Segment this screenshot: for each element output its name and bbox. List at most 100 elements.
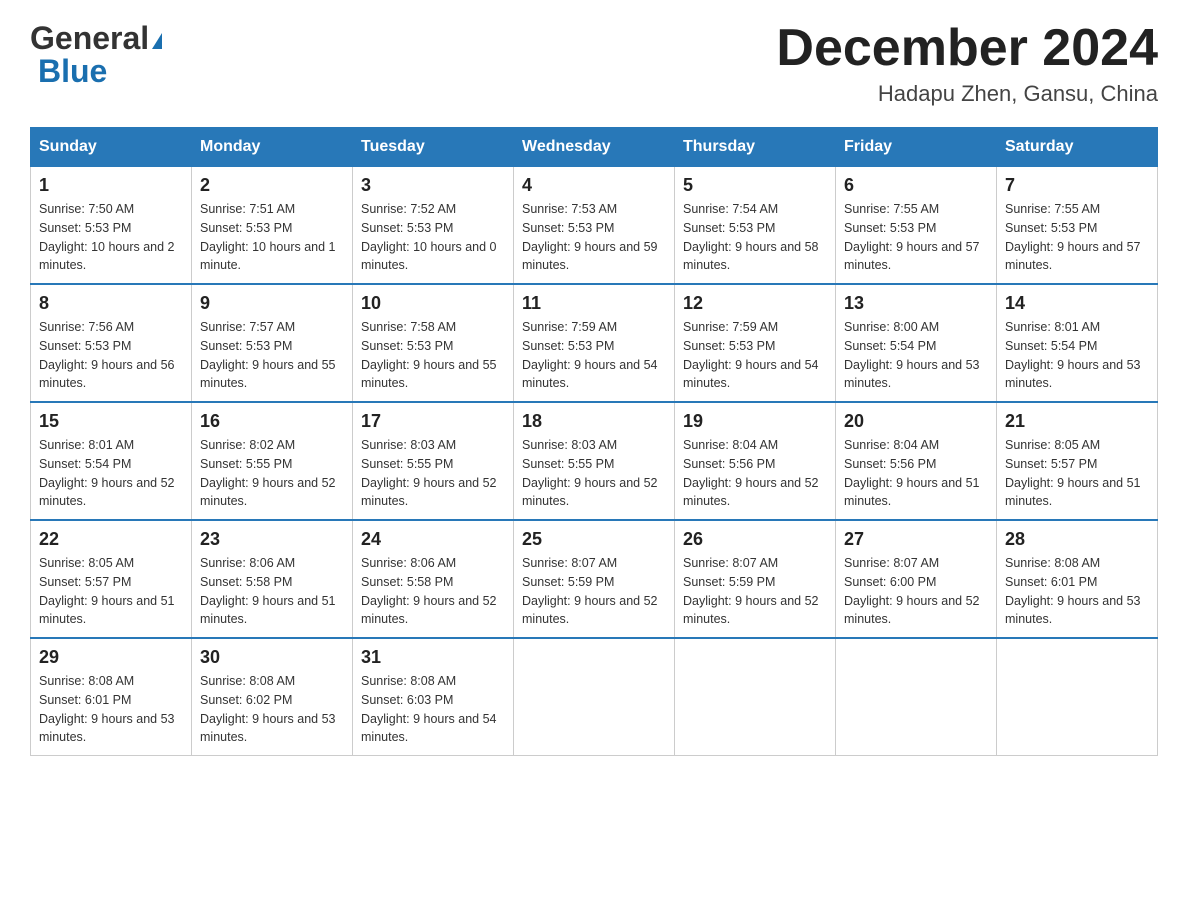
calendar-cell: 15 Sunrise: 8:01 AMSunset: 5:54 PMDaylig… (31, 402, 192, 520)
calendar-cell: 14 Sunrise: 8:01 AMSunset: 5:54 PMDaylig… (997, 284, 1158, 402)
day-number: 15 (39, 411, 183, 432)
week-row-3: 15 Sunrise: 8:01 AMSunset: 5:54 PMDaylig… (31, 402, 1158, 520)
calendar-cell: 2 Sunrise: 7:51 AMSunset: 5:53 PMDayligh… (192, 167, 353, 285)
header-sunday: Sunday (31, 128, 192, 167)
day-number: 1 (39, 175, 183, 196)
day-info: Sunrise: 8:04 AMSunset: 5:56 PMDaylight:… (683, 438, 819, 508)
day-info: Sunrise: 8:01 AMSunset: 5:54 PMDaylight:… (39, 438, 175, 508)
calendar-cell: 9 Sunrise: 7:57 AMSunset: 5:53 PMDayligh… (192, 284, 353, 402)
calendar-cell: 13 Sunrise: 8:00 AMSunset: 5:54 PMDaylig… (836, 284, 997, 402)
calendar-cell: 20 Sunrise: 8:04 AMSunset: 5:56 PMDaylig… (836, 402, 997, 520)
calendar-title: December 2024 (776, 20, 1158, 77)
day-number: 6 (844, 175, 988, 196)
week-row-5: 29 Sunrise: 8:08 AMSunset: 6:01 PMDaylig… (31, 638, 1158, 756)
day-info: Sunrise: 7:59 AMSunset: 5:53 PMDaylight:… (522, 320, 658, 390)
day-info: Sunrise: 7:54 AMSunset: 5:53 PMDaylight:… (683, 202, 819, 272)
title-block: December 2024 Hadapu Zhen, Gansu, China (776, 20, 1158, 107)
week-row-2: 8 Sunrise: 7:56 AMSunset: 5:53 PMDayligh… (31, 284, 1158, 402)
week-row-1: 1 Sunrise: 7:50 AMSunset: 5:53 PMDayligh… (31, 167, 1158, 285)
day-info: Sunrise: 8:01 AMSunset: 5:54 PMDaylight:… (1005, 320, 1141, 390)
day-info: Sunrise: 8:07 AMSunset: 5:59 PMDaylight:… (522, 556, 658, 626)
day-number: 17 (361, 411, 505, 432)
day-number: 28 (1005, 529, 1149, 550)
calendar-cell (836, 638, 997, 756)
calendar-cell: 17 Sunrise: 8:03 AMSunset: 5:55 PMDaylig… (353, 402, 514, 520)
calendar-table: SundayMondayTuesdayWednesdayThursdayFrid… (30, 127, 1158, 756)
header-tuesday: Tuesday (353, 128, 514, 167)
day-info: Sunrise: 8:05 AMSunset: 5:57 PMDaylight:… (1005, 438, 1141, 508)
day-number: 30 (200, 647, 344, 668)
calendar-cell: 21 Sunrise: 8:05 AMSunset: 5:57 PMDaylig… (997, 402, 1158, 520)
day-number: 23 (200, 529, 344, 550)
day-number: 26 (683, 529, 827, 550)
day-number: 27 (844, 529, 988, 550)
calendar-cell (514, 638, 675, 756)
day-number: 14 (1005, 293, 1149, 314)
day-info: Sunrise: 8:08 AMSunset: 6:01 PMDaylight:… (1005, 556, 1141, 626)
day-number: 13 (844, 293, 988, 314)
header-wednesday: Wednesday (514, 128, 675, 167)
page-header: General Blue December 2024 Hadapu Zhen, … (30, 20, 1158, 107)
day-info: Sunrise: 8:07 AMSunset: 5:59 PMDaylight:… (683, 556, 819, 626)
day-number: 12 (683, 293, 827, 314)
calendar-cell: 31 Sunrise: 8:08 AMSunset: 6:03 PMDaylig… (353, 638, 514, 756)
calendar-cell: 25 Sunrise: 8:07 AMSunset: 5:59 PMDaylig… (514, 520, 675, 638)
day-info: Sunrise: 7:52 AMSunset: 5:53 PMDaylight:… (361, 202, 497, 272)
calendar-cell: 8 Sunrise: 7:56 AMSunset: 5:53 PMDayligh… (31, 284, 192, 402)
header-monday: Monday (192, 128, 353, 167)
day-number: 21 (1005, 411, 1149, 432)
day-number: 16 (200, 411, 344, 432)
calendar-cell: 12 Sunrise: 7:59 AMSunset: 5:53 PMDaylig… (675, 284, 836, 402)
day-info: Sunrise: 8:08 AMSunset: 6:01 PMDaylight:… (39, 674, 175, 744)
calendar-cell: 28 Sunrise: 8:08 AMSunset: 6:01 PMDaylig… (997, 520, 1158, 638)
day-number: 20 (844, 411, 988, 432)
calendar-cell (675, 638, 836, 756)
calendar-cell: 29 Sunrise: 8:08 AMSunset: 6:01 PMDaylig… (31, 638, 192, 756)
day-info: Sunrise: 7:59 AMSunset: 5:53 PMDaylight:… (683, 320, 819, 390)
day-number: 8 (39, 293, 183, 314)
day-info: Sunrise: 7:55 AMSunset: 5:53 PMDaylight:… (844, 202, 980, 272)
calendar-cell: 26 Sunrise: 8:07 AMSunset: 5:59 PMDaylig… (675, 520, 836, 638)
day-info: Sunrise: 8:08 AMSunset: 6:03 PMDaylight:… (361, 674, 497, 744)
logo: General Blue (30, 20, 162, 90)
calendar-cell: 1 Sunrise: 7:50 AMSunset: 5:53 PMDayligh… (31, 167, 192, 285)
day-info: Sunrise: 8:03 AMSunset: 5:55 PMDaylight:… (522, 438, 658, 508)
day-info: Sunrise: 8:07 AMSunset: 6:00 PMDaylight:… (844, 556, 980, 626)
day-info: Sunrise: 8:05 AMSunset: 5:57 PMDaylight:… (39, 556, 175, 626)
calendar-cell: 18 Sunrise: 8:03 AMSunset: 5:55 PMDaylig… (514, 402, 675, 520)
day-number: 31 (361, 647, 505, 668)
calendar-cell: 6 Sunrise: 7:55 AMSunset: 5:53 PMDayligh… (836, 167, 997, 285)
day-info: Sunrise: 8:03 AMSunset: 5:55 PMDaylight:… (361, 438, 497, 508)
calendar-cell: 5 Sunrise: 7:54 AMSunset: 5:53 PMDayligh… (675, 167, 836, 285)
calendar-cell: 7 Sunrise: 7:55 AMSunset: 5:53 PMDayligh… (997, 167, 1158, 285)
calendar-cell: 10 Sunrise: 7:58 AMSunset: 5:53 PMDaylig… (353, 284, 514, 402)
calendar-cell: 19 Sunrise: 8:04 AMSunset: 5:56 PMDaylig… (675, 402, 836, 520)
day-number: 5 (683, 175, 827, 196)
day-number: 29 (39, 647, 183, 668)
day-info: Sunrise: 8:06 AMSunset: 5:58 PMDaylight:… (361, 556, 497, 626)
day-info: Sunrise: 7:50 AMSunset: 5:53 PMDaylight:… (39, 202, 175, 272)
header-thursday: Thursday (675, 128, 836, 167)
day-info: Sunrise: 8:06 AMSunset: 5:58 PMDaylight:… (200, 556, 336, 626)
day-number: 10 (361, 293, 505, 314)
day-info: Sunrise: 7:57 AMSunset: 5:53 PMDaylight:… (200, 320, 336, 390)
day-info: Sunrise: 7:56 AMSunset: 5:53 PMDaylight:… (39, 320, 175, 390)
day-number: 11 (522, 293, 666, 314)
day-number: 4 (522, 175, 666, 196)
day-number: 19 (683, 411, 827, 432)
day-info: Sunrise: 8:08 AMSunset: 6:02 PMDaylight:… (200, 674, 336, 744)
day-number: 18 (522, 411, 666, 432)
calendar-cell: 16 Sunrise: 8:02 AMSunset: 5:55 PMDaylig… (192, 402, 353, 520)
calendar-cell: 4 Sunrise: 7:53 AMSunset: 5:53 PMDayligh… (514, 167, 675, 285)
calendar-location: Hadapu Zhen, Gansu, China (776, 81, 1158, 107)
week-row-4: 22 Sunrise: 8:05 AMSunset: 5:57 PMDaylig… (31, 520, 1158, 638)
day-info: Sunrise: 7:58 AMSunset: 5:53 PMDaylight:… (361, 320, 497, 390)
day-number: 2 (200, 175, 344, 196)
logo-general-text: General (30, 20, 149, 57)
day-number: 25 (522, 529, 666, 550)
day-number: 22 (39, 529, 183, 550)
day-info: Sunrise: 8:02 AMSunset: 5:55 PMDaylight:… (200, 438, 336, 508)
logo-triangle-icon (152, 33, 162, 49)
calendar-cell: 11 Sunrise: 7:59 AMSunset: 5:53 PMDaylig… (514, 284, 675, 402)
calendar-header-row: SundayMondayTuesdayWednesdayThursdayFrid… (31, 128, 1158, 167)
